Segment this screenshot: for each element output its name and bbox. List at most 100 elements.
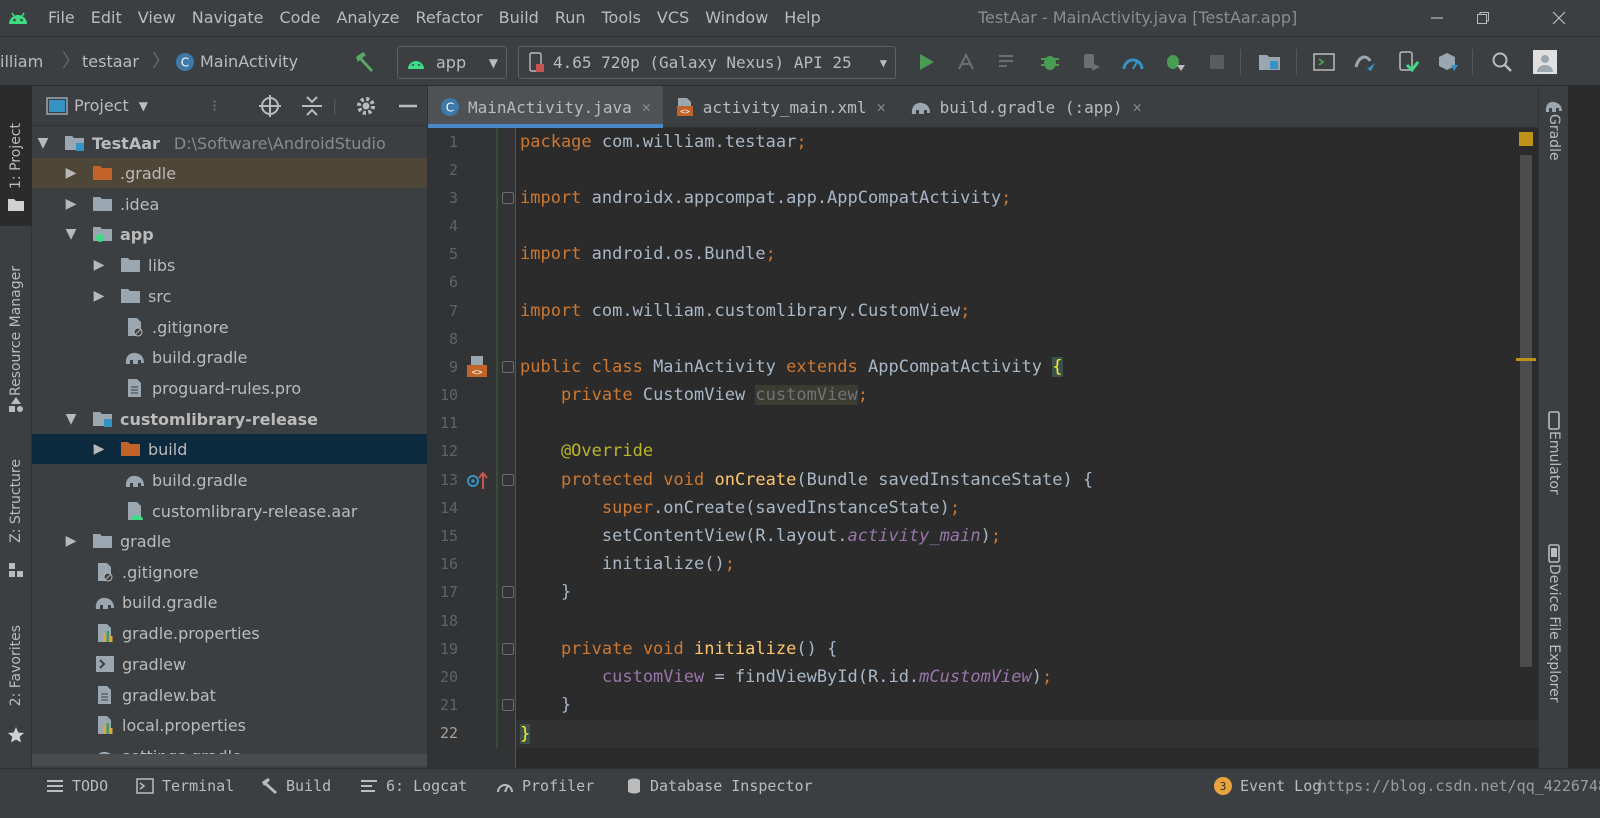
menu-edit[interactable]: Edit — [83, 0, 130, 36]
sync-gradle-icon[interactable] — [1353, 49, 1379, 75]
tool-tab-gradle[interactable]: Gradle — [1539, 98, 1569, 161]
breadcrumb-item-class[interactable]: MainActivity — [200, 37, 298, 87]
tree-item-aar-file[interactable]: customlibrary-release.aar — [32, 496, 427, 526]
breadcrumb-item-package[interactable]: testaar — [82, 37, 139, 87]
close-icon[interactable]: ✕ — [877, 98, 886, 116]
menu-code[interactable]: Code — [272, 0, 329, 36]
run-icon[interactable] — [913, 49, 939, 75]
tree-item-lib-build-gradle[interactable]: build.gradle — [32, 465, 427, 495]
sdk-manager-icon[interactable] — [1395, 49, 1421, 75]
menu-analyze[interactable]: Analyze — [328, 0, 407, 36]
project-structure-icon[interactable] — [1257, 49, 1283, 75]
fold-marker[interactable] — [502, 699, 514, 711]
inspection-warning-icon[interactable] — [1519, 132, 1533, 146]
tree-item-testaar[interactable]: ▼ TestAar D:\Software\AndroidStudio — [32, 128, 427, 158]
menu-help[interactable]: Help — [776, 0, 828, 36]
tree-item-root-gitignore[interactable]: .gitignore — [32, 557, 427, 587]
fold-marker[interactable] — [502, 586, 514, 598]
tool-tab-terminal[interactable]: Terminal — [136, 769, 234, 803]
chevron-right-icon[interactable]: ▶ — [62, 532, 80, 550]
chevron-right-icon[interactable]: ▶ — [90, 287, 108, 305]
menu-run[interactable]: Run — [547, 0, 594, 36]
breadcrumb-item-root[interactable]: illiam — [0, 37, 43, 87]
fold-marker[interactable] — [502, 361, 514, 373]
apply-code-changes-icon[interactable] — [995, 49, 1021, 75]
tool-tab-event-log[interactable]: 3 Event Log — [1214, 769, 1321, 803]
avd-manager-icon[interactable] — [1311, 49, 1337, 75]
tree-item-libs[interactable]: ▶ libs — [32, 250, 427, 280]
tree-item-gradle-dir[interactable]: ▶ .gradle — [32, 158, 427, 188]
code-editor[interactable]: 1 2 3 4 5 6 7 8 9 10 11 12 13 14 15 16 1… — [428, 128, 1538, 768]
hide-panel-icon[interactable] — [396, 94, 420, 122]
close-window-icon[interactable] — [1536, 0, 1582, 36]
tree-item-app-build-gradle[interactable]: build.gradle — [32, 342, 427, 372]
menu-navigate[interactable]: Navigate — [184, 0, 272, 36]
restore-icon[interactable] — [1460, 0, 1506, 36]
tree-item-gradle-properties[interactable]: gradle.properties — [32, 618, 427, 648]
menu-tools[interactable]: Tools — [594, 0, 649, 36]
tool-tab-database-inspector[interactable]: Database Inspector — [626, 769, 813, 803]
make-project-hammer-icon[interactable] — [352, 49, 378, 75]
sdk-package-icon[interactable] — [1435, 49, 1461, 75]
editor-vertical-scrollbar[interactable] — [1520, 155, 1532, 667]
tab-mainactivity-java[interactable]: C MainActivity.java ✕ — [428, 86, 663, 128]
tool-tab-structure[interactable]: Z: Structure — [0, 441, 32, 561]
tab-build-gradle-app[interactable]: build.gradle (:app) ✕ — [898, 86, 1154, 128]
menu-vcs[interactable]: VCS — [649, 0, 697, 36]
tree-item-gradlew[interactable]: gradlew — [32, 649, 427, 679]
collapse-all-icon[interactable] — [300, 94, 324, 122]
tree-item-app[interactable]: ▼ app — [32, 219, 427, 249]
tool-tab-resource-manager[interactable]: Resource Manager — [0, 246, 32, 416]
menu-view[interactable]: View — [130, 0, 184, 36]
profile-icon[interactable] — [1120, 49, 1146, 75]
debug-attach-icon[interactable] — [1162, 49, 1188, 75]
chevron-down-icon[interactable]: ▼ — [139, 99, 148, 113]
close-icon[interactable]: ✕ — [642, 98, 651, 116]
tool-tab-build[interactable]: Build — [260, 769, 331, 803]
chevron-down-icon[interactable]: ▼ — [34, 134, 52, 152]
chevron-down-icon[interactable]: ▼ — [62, 410, 80, 428]
fold-marker[interactable] — [502, 474, 514, 486]
tree-item-build-dir[interactable]: ▶ build — [32, 434, 427, 464]
menu-refactor[interactable]: Refactor — [408, 0, 491, 36]
close-icon[interactable]: ✕ — [1133, 98, 1142, 116]
tool-tab-logcat[interactable]: 6: Logcat — [360, 769, 467, 803]
tree-item-proguard-rules[interactable]: proguard-rules.pro — [32, 373, 427, 403]
chevron-right-icon[interactable]: ▶ — [90, 440, 108, 458]
tab-activity-main-xml[interactable]: <> activity_main.xml ✕ — [663, 86, 898, 128]
tree-item-root-build-gradle[interactable]: build.gradle — [32, 587, 427, 617]
tree-item-customlibrary-release[interactable]: ▼ customlibrary-release — [32, 404, 427, 434]
tool-tab-emulator[interactable]: Emulator — [1539, 411, 1569, 495]
tree-item-app-gitignore[interactable]: .gitignore — [32, 312, 427, 342]
chevron-right-icon[interactable]: ▶ — [90, 256, 108, 274]
tool-tab-profiler[interactable]: Profiler — [496, 769, 594, 803]
fold-marker[interactable] — [502, 192, 514, 204]
menu-file[interactable]: File — [40, 0, 83, 36]
tree-item-idea[interactable]: ▶ .idea — [32, 189, 427, 219]
attach-debugger-icon[interactable] — [1078, 49, 1104, 75]
run-config-dropdown[interactable]: app ▼ — [397, 46, 507, 79]
menu-window[interactable]: Window — [697, 0, 776, 36]
tree-item-local-properties[interactable]: local.properties — [32, 710, 427, 740]
tree-item-gradlew-bat[interactable]: gradlew.bat — [32, 680, 427, 710]
tree-item-src[interactable]: ▶ src — [32, 281, 427, 311]
gear-icon[interactable] — [354, 94, 378, 122]
chevron-right-icon[interactable]: ▶ — [62, 195, 80, 213]
search-icon[interactable] — [1489, 49, 1515, 75]
locate-file-icon[interactable] — [258, 94, 282, 122]
device-dropdown[interactable]: 4.65 720p (Galaxy Nexus) API 25 ▼ — [518, 46, 896, 79]
chevron-right-icon[interactable]: ▶ — [62, 164, 80, 182]
minimize-icon[interactable] — [1414, 0, 1460, 36]
tool-tab-favorites[interactable]: 2: Favorites — [0, 606, 32, 726]
layout-file-gutter-icon[interactable]: <> — [466, 356, 488, 382]
error-stripe-marker[interactable] — [1516, 358, 1536, 361]
override-method-gutter-icon[interactable] — [466, 471, 488, 495]
apply-changes-restart-icon[interactable] — [953, 49, 979, 75]
horizontal-scrollbar[interactable] — [32, 754, 427, 766]
tree-item-gradle-folder[interactable]: ▶ gradle — [32, 526, 427, 556]
debug-icon[interactable] — [1037, 49, 1063, 75]
tool-tab-device-file-explorer[interactable]: Device File Explorer — [1539, 544, 1569, 703]
tool-tab-todo[interactable]: TODO — [46, 769, 108, 803]
fold-marker[interactable] — [502, 643, 514, 655]
project-view-label[interactable]: Project — [74, 96, 129, 115]
